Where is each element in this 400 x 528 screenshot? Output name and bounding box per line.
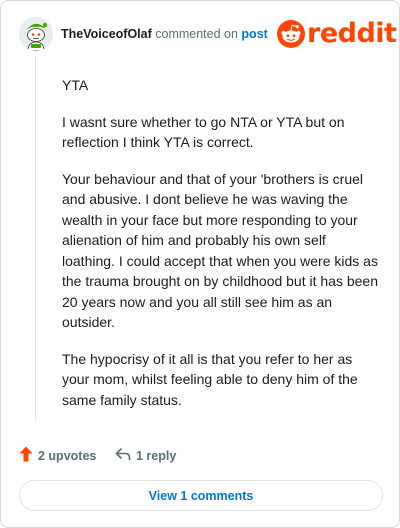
upvotes-count: 2 upvotes [38, 449, 97, 463]
username-link[interactable]: TheVoiceofOlaf [61, 27, 152, 41]
comment-card: TheVoiceofOlaf commented on post reddit [0, 0, 400, 528]
comment-paragraph: The hypocrisy of it all is that you refe… [62, 350, 358, 408]
reddit-logo-icon [277, 20, 305, 48]
comment-header: TheVoiceofOlaf commented on post reddit [19, 17, 397, 53]
comment-actions: 2 upvotes 1 reply [19, 446, 379, 466]
reply-arrow-icon [115, 447, 131, 466]
thread-line[interactable] [35, 57, 36, 421]
commented-on-text: commented on [155, 27, 238, 41]
reply-button[interactable]: 1 reply [115, 446, 176, 466]
reply-count: 1 reply [136, 449, 177, 463]
upvote-arrow-icon [19, 446, 33, 467]
reddit-brand[interactable]: reddit [277, 18, 397, 50]
comment-paragraph: Your behaviour and that of your 'brother… [62, 170, 378, 331]
comment-meta: TheVoiceofOlaf commented on post [61, 26, 268, 42]
comment-paragraph: YTA [62, 77, 89, 93]
comment-paragraph: I wasnt sure whether to go NTA or YTA bu… [62, 113, 345, 151]
reddit-wordmark: reddit [307, 18, 397, 49]
upvote-button[interactable]: 2 upvotes [19, 446, 96, 466]
comment-body: YTA I wasnt sure whether to go NTA or YT… [62, 75, 380, 426]
post-link[interactable]: post [241, 27, 267, 41]
view-comments-button[interactable]: View 1 comments [19, 480, 383, 511]
snoo-avatar-icon[interactable] [19, 17, 53, 51]
